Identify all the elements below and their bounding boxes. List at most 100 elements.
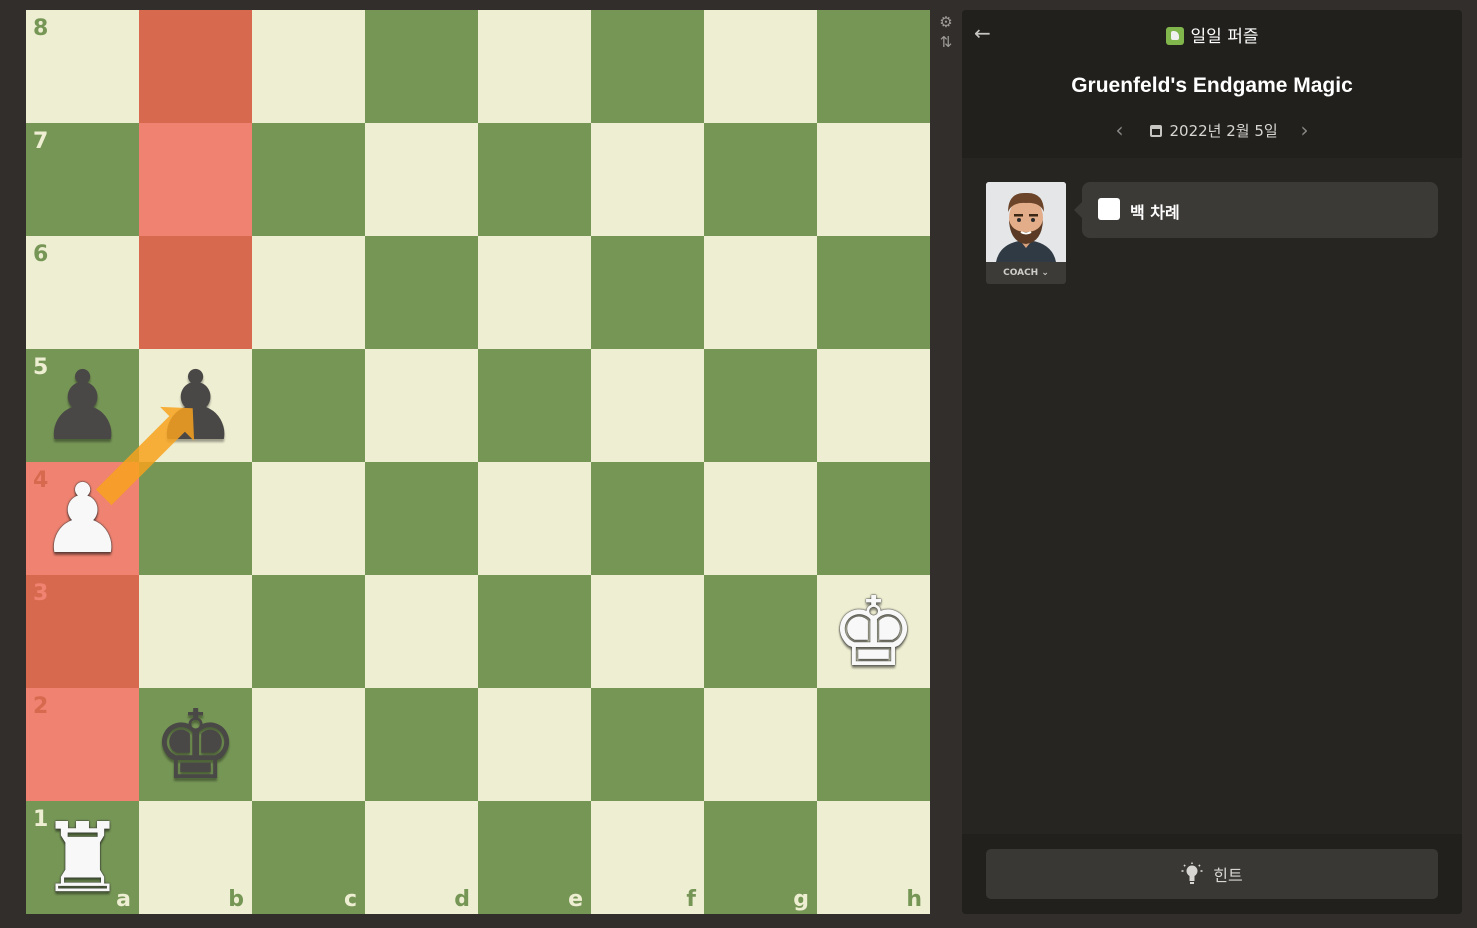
square-f1[interactable]: f bbox=[591, 801, 704, 914]
square-g3[interactable] bbox=[704, 575, 817, 688]
file-label: c bbox=[343, 887, 357, 912]
square-c5[interactable] bbox=[252, 349, 365, 462]
square-b6[interactable] bbox=[139, 236, 252, 349]
square-h5[interactable] bbox=[817, 349, 930, 462]
square-d5[interactable] bbox=[365, 349, 478, 462]
flip-board-icon[interactable]: ⇅ bbox=[936, 32, 956, 52]
square-a5[interactable]: 5 bbox=[26, 349, 139, 462]
square-a4[interactable]: 4 bbox=[26, 462, 139, 575]
square-h3[interactable] bbox=[817, 575, 930, 688]
square-e7[interactable] bbox=[478, 123, 591, 236]
square-g5[interactable] bbox=[704, 349, 817, 462]
square-c8[interactable] bbox=[252, 10, 365, 123]
rank-label: 6 bbox=[33, 242, 49, 267]
coach-selector[interactable]: COACH ⌄ bbox=[986, 182, 1066, 284]
square-f2[interactable] bbox=[591, 688, 704, 801]
panel-title: 일일 퍼즐 bbox=[962, 22, 1462, 47]
file-label: e bbox=[568, 887, 583, 912]
square-b3[interactable] bbox=[139, 575, 252, 688]
board-tools: ⚙ ⇅ bbox=[936, 12, 956, 52]
square-a6[interactable]: 6 bbox=[26, 236, 139, 349]
square-b7[interactable] bbox=[139, 123, 252, 236]
square-a3[interactable]: 3 bbox=[26, 575, 139, 688]
square-d7[interactable] bbox=[365, 123, 478, 236]
square-a7[interactable]: 7 bbox=[26, 123, 139, 236]
coach-avatar bbox=[986, 182, 1066, 262]
hint-button[interactable]: 힌트 bbox=[986, 849, 1438, 899]
square-d1[interactable]: d bbox=[365, 801, 478, 914]
square-e8[interactable] bbox=[478, 10, 591, 123]
square-c2[interactable] bbox=[252, 688, 365, 801]
square-c1[interactable]: c bbox=[252, 801, 365, 914]
square-b8[interactable] bbox=[139, 10, 252, 123]
coach-label[interactable]: COACH ⌄ bbox=[986, 262, 1066, 284]
square-f7[interactable] bbox=[591, 123, 704, 236]
square-h6[interactable] bbox=[817, 236, 930, 349]
square-d3[interactable] bbox=[365, 575, 478, 688]
square-e3[interactable] bbox=[478, 575, 591, 688]
next-day-chevron-icon[interactable]: › bbox=[1300, 118, 1308, 142]
square-g4[interactable] bbox=[704, 462, 817, 575]
square-e6[interactable] bbox=[478, 236, 591, 349]
square-b4[interactable] bbox=[139, 462, 252, 575]
square-d8[interactable] bbox=[365, 10, 478, 123]
square-f6[interactable] bbox=[591, 236, 704, 349]
rank-label: 4 bbox=[33, 468, 49, 493]
white-turn-indicator bbox=[1098, 198, 1120, 220]
gear-icon[interactable]: ⚙ bbox=[936, 12, 956, 32]
square-e4[interactable] bbox=[478, 462, 591, 575]
square-e5[interactable] bbox=[478, 349, 591, 462]
chess-board[interactable]: 8 7 6 5 4 3 2 1 a b c d e f g h ♟ ♟ ♟ ♚ ♚ ♜ bbox=[26, 10, 930, 914]
square-c7[interactable] bbox=[252, 123, 365, 236]
square-h4[interactable] bbox=[817, 462, 930, 575]
rank-label: 1 bbox=[33, 807, 49, 832]
file-label: f bbox=[686, 887, 696, 912]
square-h1[interactable]: h bbox=[817, 801, 930, 914]
file-label: d bbox=[454, 887, 470, 912]
square-g7[interactable] bbox=[704, 123, 817, 236]
square-g8[interactable] bbox=[704, 10, 817, 123]
file-label: g bbox=[793, 887, 809, 912]
square-f3[interactable] bbox=[591, 575, 704, 688]
square-b5[interactable] bbox=[139, 349, 252, 462]
square-g2[interactable] bbox=[704, 688, 817, 801]
square-f8[interactable] bbox=[591, 10, 704, 123]
square-h8[interactable] bbox=[817, 10, 930, 123]
square-g1[interactable]: g bbox=[704, 801, 817, 914]
hint-label: 힌트 bbox=[1213, 866, 1243, 885]
prev-day-chevron-icon[interactable]: ‹ bbox=[1116, 118, 1124, 142]
panel-header: ← 일일 퍼즐 Gruenfeld's Endgame Magic ‹ 2022년… bbox=[962, 10, 1462, 158]
square-d2[interactable] bbox=[365, 688, 478, 801]
square-c6[interactable] bbox=[252, 236, 365, 349]
rank-label: 2 bbox=[33, 694, 49, 719]
file-label: a bbox=[116, 887, 131, 912]
square-d4[interactable] bbox=[365, 462, 478, 575]
square-f5[interactable] bbox=[591, 349, 704, 462]
square-f4[interactable] bbox=[591, 462, 704, 575]
square-d6[interactable] bbox=[365, 236, 478, 349]
square-b2[interactable] bbox=[139, 688, 252, 801]
square-c4[interactable] bbox=[252, 462, 365, 575]
puzzle-panel: ← 일일 퍼즐 Gruenfeld's Endgame Magic ‹ 2022년… bbox=[962, 10, 1462, 914]
square-e2[interactable] bbox=[478, 688, 591, 801]
puzzle-piece-icon bbox=[1165, 27, 1184, 45]
rank-label: 8 bbox=[33, 16, 49, 41]
square-g6[interactable] bbox=[704, 236, 817, 349]
square-h2[interactable] bbox=[817, 688, 930, 801]
square-h7[interactable] bbox=[817, 123, 930, 236]
lightbulb-icon bbox=[1181, 862, 1203, 884]
rank-label: 5 bbox=[33, 355, 49, 380]
square-b1[interactable]: b bbox=[139, 801, 252, 914]
file-label: h bbox=[906, 887, 922, 912]
puzzle-date[interactable]: 2022년 2월 5일 bbox=[1170, 122, 1278, 140]
rank-label: 3 bbox=[33, 581, 49, 606]
square-a8[interactable]: 8 bbox=[26, 10, 139, 123]
calendar-icon[interactable] bbox=[1149, 125, 1162, 137]
square-a2[interactable]: 2 bbox=[26, 688, 139, 801]
panel-title-text: 일일 퍼즐 bbox=[1190, 27, 1259, 47]
square-a1[interactable]: 1a bbox=[26, 801, 139, 914]
square-e1[interactable]: e bbox=[478, 801, 591, 914]
square-c3[interactable] bbox=[252, 575, 365, 688]
puzzle-name: Gruenfeld's Endgame Magic bbox=[1071, 74, 1353, 97]
turn-message-bubble: 백 차례 bbox=[1074, 182, 1438, 238]
